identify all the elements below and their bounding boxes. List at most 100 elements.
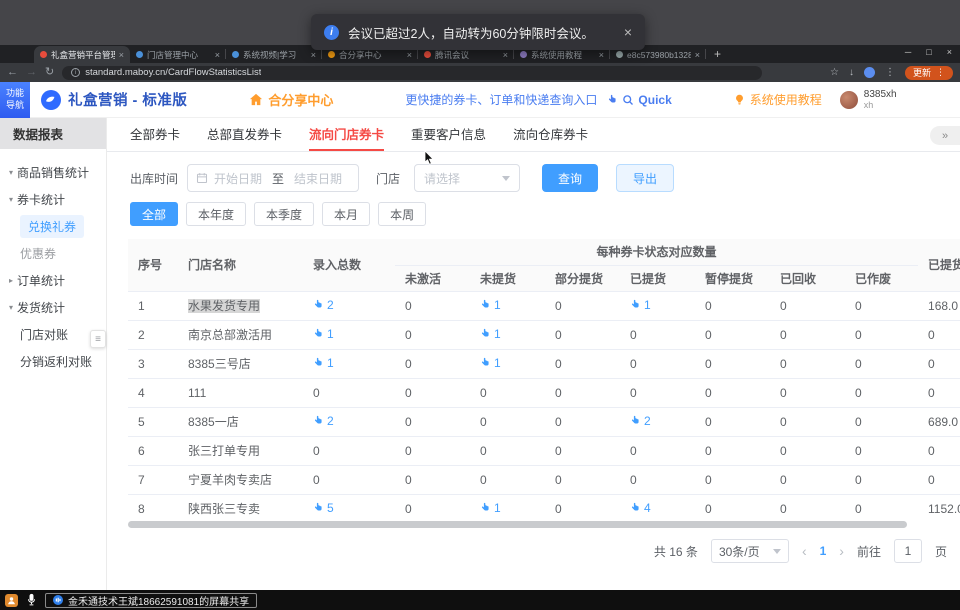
cell-count: 0 — [395, 320, 470, 349]
main-content: 全部券卡总部直发券卡流向门店券卡重要客户信息流向仓库券卡» 出库时间 开始日期 … — [107, 118, 960, 590]
search-button[interactable]: 查询 — [542, 164, 598, 192]
count-link[interactable]: 2 — [630, 414, 651, 428]
quick-filter-button[interactable]: 本月 — [322, 202, 370, 226]
nav-toggle-button[interactable]: 功能 导航 — [0, 82, 30, 118]
user-menu[interactable]: 8385xh xh — [840, 89, 897, 111]
quick-tip-text: 更快捷的券卡、订单和快递查询入口 — [405, 91, 597, 108]
maximize-button[interactable]: □ — [926, 47, 931, 57]
close-button[interactable]: × — [947, 47, 952, 57]
new-tab-button[interactable]: + — [714, 46, 721, 62]
tab-close-icon[interactable]: × — [599, 50, 604, 60]
sidebar-item-label: 订单统计 — [17, 272, 65, 289]
browser-tab[interactable]: 礼盒营销平台管理中心× — [34, 46, 130, 63]
content-tab[interactable]: 流向仓库券卡 — [513, 118, 588, 151]
next-page-button[interactable]: › — [839, 544, 844, 558]
chevron-down-icon: ▾ — [9, 303, 13, 312]
prev-page-button[interactable]: ‹ — [802, 544, 807, 558]
content-tab[interactable]: 重要客户信息 — [411, 118, 486, 151]
browser-tab[interactable]: 门店管理中心× — [130, 46, 226, 63]
count-link[interactable]: 1 — [630, 298, 651, 312]
sidebar-item[interactable]: 分销返利对账 — [0, 348, 106, 375]
quick-filter-button[interactable]: 本周 — [378, 202, 426, 226]
count-link[interactable]: 2 — [313, 298, 334, 312]
tab-close-icon[interactable]: × — [119, 50, 124, 60]
forward-button[interactable]: → — [26, 67, 37, 78]
cell-count: 1 — [470, 494, 545, 517]
microphone-icon[interactable] — [27, 593, 36, 607]
audio-icon — [53, 595, 63, 605]
download-icon[interactable]: ↓ — [849, 67, 854, 78]
cell-count: 0 — [695, 378, 770, 407]
count-link[interactable]: 1 — [480, 327, 501, 341]
current-page[interactable]: 1 — [820, 544, 827, 558]
count-link[interactable]: 4 — [630, 501, 651, 515]
store-select[interactable]: 请选择 — [414, 164, 520, 192]
sidebar-item[interactable]: ▸订单统计 — [0, 267, 106, 294]
toast-close-icon[interactable]: × — [624, 25, 632, 39]
bookmark-icon[interactable]: ☆ — [830, 67, 839, 78]
cell-count: 0 — [545, 407, 620, 436]
sidebar-item[interactable]: ▾券卡统计 — [0, 186, 106, 213]
column-header-state: 暂停提货 — [695, 265, 770, 291]
quick-search[interactable]: Quick — [607, 93, 671, 107]
count-link[interactable]: 5 — [313, 501, 334, 515]
browser-update-button[interactable]: 更新 ⋮ — [905, 66, 953, 80]
more-menu-icon[interactable]: ⋮ — [885, 67, 895, 78]
content-tab[interactable]: 流向门店券卡 — [309, 118, 384, 151]
tab-close-icon[interactable]: × — [503, 50, 508, 60]
date-range-input[interactable]: 开始日期 至 结束日期 — [187, 164, 359, 192]
cell-store-name: 陕西张三专卖 — [178, 494, 303, 517]
sidebar-item[interactable]: 兑换礼券 — [0, 213, 106, 240]
column-header-state: 已提货 — [620, 265, 695, 291]
count-link[interactable]: 1 — [480, 501, 501, 515]
quick-filter-button[interactable]: 全部 — [130, 202, 178, 226]
count-value: 1 — [327, 356, 334, 370]
tutorial-link[interactable]: 系统使用教程 — [734, 91, 822, 108]
profile-avatar[interactable] — [864, 67, 875, 78]
table-row: 7宁夏羊肉专卖店000000000 — [128, 465, 960, 494]
page-size-select[interactable]: 30条/页 — [711, 539, 789, 563]
cell-amount: 1152.0 — [918, 494, 960, 517]
content-tab[interactable]: 全部券卡 — [130, 118, 180, 151]
count-link[interactable]: 1 — [313, 356, 334, 370]
cell-count: 1 — [470, 320, 545, 349]
sidebar-item[interactable]: 优惠券 — [0, 240, 106, 267]
panel-collapse-button[interactable]: » — [930, 126, 960, 145]
tab-close-icon[interactable]: × — [407, 50, 412, 60]
count-value: 1 — [644, 298, 651, 312]
count-link[interactable]: 2 — [313, 414, 334, 428]
quick-filter-button[interactable]: 本季度 — [254, 202, 314, 226]
share-center-link[interactable]: 合分享中心 — [249, 90, 333, 109]
mouse-cursor — [424, 150, 436, 166]
cell-count: 0 — [395, 494, 470, 517]
sidebar-item-label: 门店对账 — [20, 326, 68, 343]
person-icon[interactable] — [5, 594, 18, 607]
tab-close-icon[interactable]: × — [215, 50, 220, 60]
browser-tab[interactable]: 系统视频|学习× — [226, 46, 322, 63]
count-link[interactable]: 1 — [313, 327, 334, 341]
sidebar-item[interactable]: ▾发货统计 — [0, 294, 106, 321]
sidebar-collapse-handle[interactable]: ≡ — [90, 330, 106, 348]
export-button[interactable]: 导出 — [616, 164, 674, 192]
lightbulb-icon — [734, 93, 745, 106]
tab-close-icon[interactable]: × — [311, 50, 316, 60]
column-header-state: 部分提货 — [545, 265, 620, 291]
minimize-button[interactable]: ─ — [905, 47, 911, 57]
count-link[interactable]: 1 — [480, 298, 501, 312]
quick-filter-button[interactable]: 本年度 — [186, 202, 246, 226]
site-info-icon[interactable]: i — [71, 68, 80, 77]
cell-count: 2 — [303, 291, 395, 320]
refresh-button[interactable]: ↻ — [45, 67, 54, 78]
pointer-icon — [480, 357, 491, 368]
content-tab[interactable]: 总部直发券卡 — [207, 118, 282, 151]
cell-count: 0 — [620, 465, 695, 494]
pointer-icon — [313, 502, 324, 513]
address-bar[interactable]: i standard.maboy.cn/CardFlowStatisticsLi… — [62, 66, 762, 80]
count-link[interactable]: 1 — [480, 356, 501, 370]
horizontal-scrollbar[interactable] — [128, 521, 907, 528]
sidebar-item[interactable]: ▾商品销售统计 — [0, 159, 106, 186]
goto-page-input[interactable]: 1 — [894, 539, 922, 563]
sidebar-item-label: 券卡统计 — [17, 191, 65, 208]
tab-close-icon[interactable]: × — [695, 50, 700, 60]
back-button[interactable]: ← — [7, 67, 18, 78]
